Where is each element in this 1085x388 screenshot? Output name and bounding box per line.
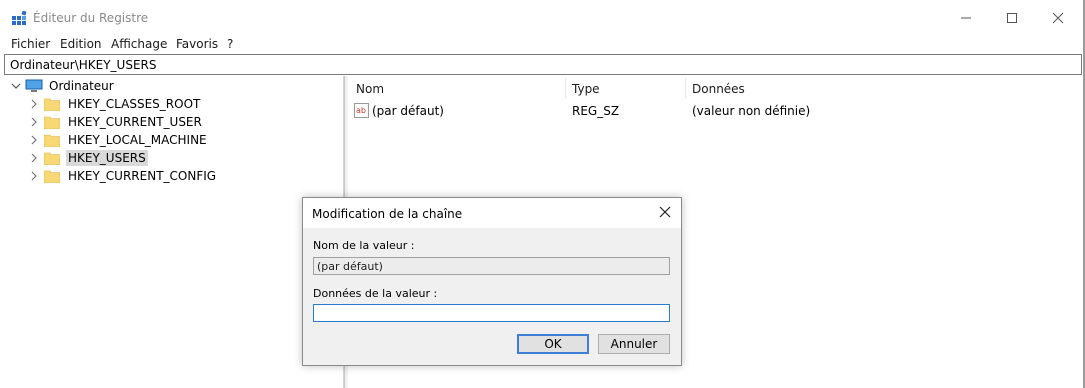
tree-label: HKEY_CLASSES_ROOT <box>68 97 201 111</box>
close-window-button[interactable] <box>1035 6 1081 30</box>
value-data-input[interactable] <box>313 304 670 322</box>
folder-icon <box>44 116 60 129</box>
tree-item-hkey-local-machine[interactable]: HKEY_LOCAL_MACHINE <box>28 131 209 149</box>
chevron-right-icon[interactable] <box>28 167 40 185</box>
menu-affichage[interactable]: Affichage <box>111 37 167 51</box>
minimize-icon <box>961 17 971 19</box>
column-divider[interactable] <box>565 78 566 98</box>
address-path: Ordinateur\HKEY_USERS <box>10 58 157 72</box>
menu-edition[interactable]: Edition <box>60 37 102 51</box>
menu-fichier[interactable]: Fichier <box>11 37 50 51</box>
maximize-button[interactable] <box>989 6 1035 30</box>
value-name-field: (par défaut) <box>313 257 670 275</box>
value-name: (par défaut) <box>372 104 444 118</box>
menu-favoris[interactable]: Favoris <box>176 37 218 51</box>
tree-label-selected: HKEY_USERS <box>66 150 148 166</box>
window-title: Éditeur du Registre <box>33 11 149 25</box>
minimize-button[interactable] <box>943 6 989 30</box>
column-header-donnees[interactable]: Données <box>692 82 745 96</box>
tree-label: HKEY_LOCAL_MACHINE <box>68 133 207 147</box>
value-name-label: Nom de la valeur : <box>313 239 415 252</box>
folder-icon <box>44 98 60 111</box>
folder-icon <box>44 170 60 183</box>
registry-editor-window: Éditeur du Registre Fichier Edition Affi… <box>0 0 1085 388</box>
value-type: REG_SZ <box>572 104 620 118</box>
tree-label: HKEY_CURRENT_CONFIG <box>68 169 217 183</box>
svg-text:ab: ab <box>356 106 366 115</box>
dialog-title-bar[interactable]: Modification de la chaîne <box>303 198 681 228</box>
title-bar[interactable]: Éditeur du Registre <box>0 0 1083 36</box>
tree-item-ordinateur[interactable]: Ordinateur <box>10 77 116 95</box>
ok-button[interactable]: OK <box>517 334 589 354</box>
address-bar[interactable]: Ordinateur\HKEY_USERS <box>4 54 1082 75</box>
string-value-icon: ab <box>354 103 369 118</box>
maximize-icon <box>1007 13 1017 23</box>
column-header-type[interactable]: Type <box>572 82 600 96</box>
value-data-label: Données de la valeur : <box>313 287 438 300</box>
close-icon <box>659 206 671 218</box>
dialog-close-button[interactable] <box>657 204 673 220</box>
close-icon <box>1052 12 1064 24</box>
edit-string-dialog: Modification de la chaîne Nom de la vale… <box>302 197 682 366</box>
tree-item-hkey-current-config[interactable]: HKEY_CURRENT_CONFIG <box>28 167 218 185</box>
tree-item-hkey-current-user[interactable]: HKEY_CURRENT_USER <box>28 113 204 131</box>
chevron-right-icon[interactable] <box>28 95 40 113</box>
registry-editor-icon <box>12 11 27 25</box>
dialog-title: Modification de la chaîne <box>312 207 463 221</box>
tree-label-ordinateur: Ordinateur <box>49 79 114 93</box>
chevron-right-icon[interactable] <box>28 113 40 131</box>
tree-item-hkey-classes-root[interactable]: HKEY_CLASSES_ROOT <box>28 95 202 113</box>
cancel-button[interactable]: Annuler <box>598 334 670 354</box>
computer-icon <box>25 79 43 92</box>
column-header-nom[interactable]: Nom <box>356 82 384 96</box>
tree-label: HKEY_CURRENT_USER <box>68 115 202 129</box>
value-data: (valeur non définie) <box>692 104 811 118</box>
chevron-down-icon[interactable] <box>10 77 22 95</box>
column-divider[interactable] <box>685 78 686 98</box>
tree-pane: Ordinateur HKEY_CLASSES_ROOT HKEY_CURREN… <box>4 76 344 388</box>
tree-item-hkey-users[interactable]: HKEY_USERS <box>28 149 148 167</box>
chevron-right-icon[interactable] <box>28 131 40 149</box>
folder-icon <box>44 134 60 147</box>
folder-icon <box>44 152 60 165</box>
chevron-right-icon[interactable] <box>28 149 40 167</box>
menu-help[interactable]: ? <box>227 37 233 51</box>
